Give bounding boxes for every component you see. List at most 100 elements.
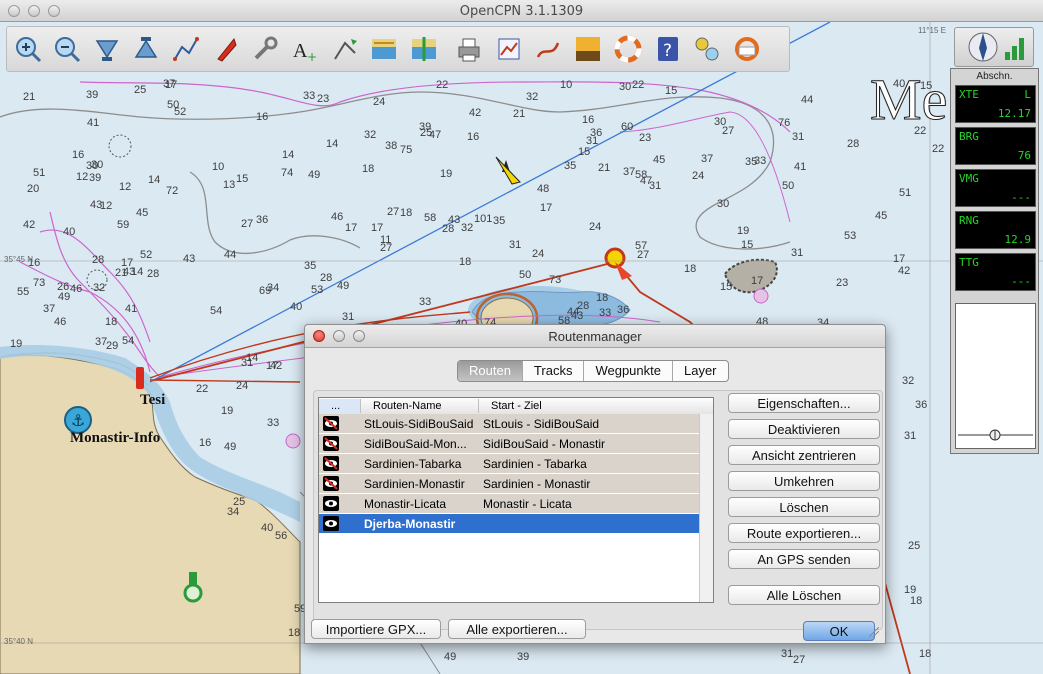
send-to-gps-button[interactable]: An GPS senden: [728, 549, 880, 569]
depth-sounding: 37: [701, 153, 714, 165]
route-list-scrollbar[interactable]: [699, 414, 713, 602]
depth-sounding: 17: [371, 222, 384, 234]
depth-sounding: 30: [717, 198, 730, 210]
place-label-monastir: Monastir-Info: [70, 430, 161, 446]
depth-sounding: 40: [261, 522, 274, 534]
print-button[interactable]: [453, 32, 485, 66]
depth-sounding: 46: [331, 211, 344, 223]
depth-sounding: 53: [844, 230, 857, 242]
column-visibility[interactable]: ...: [319, 399, 361, 413]
depth-sounding: 27: [387, 206, 400, 218]
main-toolbar: A + ?: [6, 26, 790, 72]
quilt-button[interactable]: [408, 32, 440, 66]
depth-sounding: 43: [183, 253, 196, 265]
ok-button[interactable]: OK: [803, 621, 875, 641]
ais-button[interactable]: [691, 32, 723, 66]
column-route-name[interactable]: Routen-Name: [361, 399, 479, 413]
route-row[interactable]: Sardinien-Tabarka Sardinien - Tabarka: [319, 454, 700, 474]
depth-sounding: 17: [266, 360, 279, 372]
gps-compass-status[interactable]: [954, 27, 1034, 67]
lifebuoy-icon: [614, 35, 642, 63]
depth-sounding: 53: [311, 284, 324, 296]
eye-hidden-icon[interactable]: [323, 456, 339, 471]
eye-visible-icon[interactable]: [323, 496, 339, 511]
delete-all-button[interactable]: Alle Löschen: [728, 585, 880, 605]
tab-wegpunkte[interactable]: Wegpunkte: [584, 361, 673, 381]
track-button[interactable]: [532, 32, 564, 66]
zoom-in-button[interactable]: [12, 32, 44, 66]
eye-visible-icon[interactable]: [323, 516, 339, 531]
color-scheme-button[interactable]: [572, 32, 604, 66]
depth-sounding: 45: [875, 210, 888, 222]
eye-hidden-icon[interactable]: [323, 476, 339, 491]
eye-hidden-icon[interactable]: [323, 416, 339, 431]
depth-sounding: 28: [320, 272, 333, 284]
deactivate-button[interactable]: Deaktivieren: [728, 419, 880, 439]
route-manager-icon: [498, 38, 520, 60]
route-row[interactable]: Sardinien-Monastir Sardinien - Monastir: [319, 474, 700, 494]
delete-button[interactable]: Löschen: [728, 497, 880, 517]
depth-sounding: 38: [385, 140, 398, 152]
depth-sounding: 25: [233, 496, 246, 508]
depth-sounding: 23: [317, 93, 330, 105]
depth-sounding: 40: [290, 301, 303, 313]
tab-layer[interactable]: Layer: [673, 361, 728, 381]
depth-sounding: 24: [236, 380, 249, 392]
route-row[interactable]: Monastir-Licata Monastir - Licata: [319, 494, 700, 514]
scale-down-button[interactable]: [91, 32, 123, 66]
current-button[interactable]: [329, 32, 361, 66]
route-start-end-cell: Monastir - Licata: [483, 497, 572, 511]
current-icon: [334, 39, 357, 60]
route-row[interactable]: StLouis-SidiBouSaid StLouis - SidiBouSaid: [319, 414, 700, 434]
route-start-end-cell: SidiBouSaid - Monastir: [483, 437, 606, 451]
tab-routen[interactable]: Routen: [458, 361, 523, 381]
text-overlay-button[interactable]: A +: [289, 32, 321, 66]
column-start-end[interactable]: Start - Ziel: [479, 399, 701, 413]
center-view-button[interactable]: Ansicht zentrieren: [728, 445, 880, 465]
depth-sounding: 73: [549, 274, 562, 286]
properties-button[interactable]: Eigenschaften...: [728, 393, 880, 413]
depth-sounding: 10: [560, 79, 573, 91]
tab-tracks[interactable]: Tracks: [523, 361, 585, 381]
import-gpx-button[interactable]: Importiere GPX...: [311, 619, 441, 639]
create-route-button[interactable]: [170, 32, 202, 66]
help-button[interactable]: ?: [652, 32, 684, 66]
depth-sounding: 22: [436, 79, 449, 91]
depth-sounding: 24: [692, 170, 705, 182]
wrench-icon: [254, 36, 278, 60]
depth-sounding: 16: [582, 114, 595, 126]
depth-sounding: 31: [791, 247, 804, 259]
depth-sounding: 27: [637, 249, 650, 261]
route-row[interactable]: SidiBouSaid-Mon... SidiBouSaid - Monastir: [319, 434, 700, 454]
depth-sounding: 15: [578, 146, 591, 158]
depth-sounding: 19: [737, 225, 750, 237]
follow-boat-button[interactable]: [210, 32, 242, 66]
zoom-out-button[interactable]: [51, 32, 83, 66]
depth-sounding: 33: [754, 155, 767, 167]
dialog-titlebar: Routenmanager: [305, 325, 885, 348]
zoom-out-icon: [55, 37, 81, 63]
settings-button[interactable]: [249, 32, 281, 66]
depth-sounding: 17: [540, 202, 553, 214]
resize-grip-icon[interactable]: [869, 627, 879, 637]
depth-sounding: 35: [564, 160, 577, 172]
route-name-cell: Djerba-Monastir: [364, 517, 456, 531]
depth-sounding: 28: [147, 268, 160, 280]
depth-sounding: 18: [362, 163, 375, 175]
depth-sounding: 32: [461, 222, 474, 234]
route-manager-button[interactable]: [493, 32, 525, 66]
tab-bar: Routen Tracks Wegpunkte Layer: [457, 360, 729, 382]
depth-sounding: 12: [76, 171, 89, 183]
scale-up-button[interactable]: [130, 32, 162, 66]
route-row[interactable]: Djerba-Monastir: [319, 514, 700, 534]
man-overboard-button[interactable]: [612, 32, 644, 66]
eye-hidden-icon[interactable]: [323, 436, 339, 451]
depth-sounding: 21: [23, 91, 36, 103]
reverse-button[interactable]: Umkehren: [728, 471, 880, 491]
tide-button[interactable]: [368, 32, 400, 66]
export-route-button[interactable]: Route exportieren...: [728, 523, 880, 543]
about-button[interactable]: [731, 32, 763, 66]
route-name-cell: Monastir-Licata: [364, 497, 447, 511]
route-list[interactable]: ... Routen-Name Start - Ziel StLouis-Sid…: [318, 397, 714, 603]
export-all-button[interactable]: Alle exportieren...: [448, 619, 586, 639]
